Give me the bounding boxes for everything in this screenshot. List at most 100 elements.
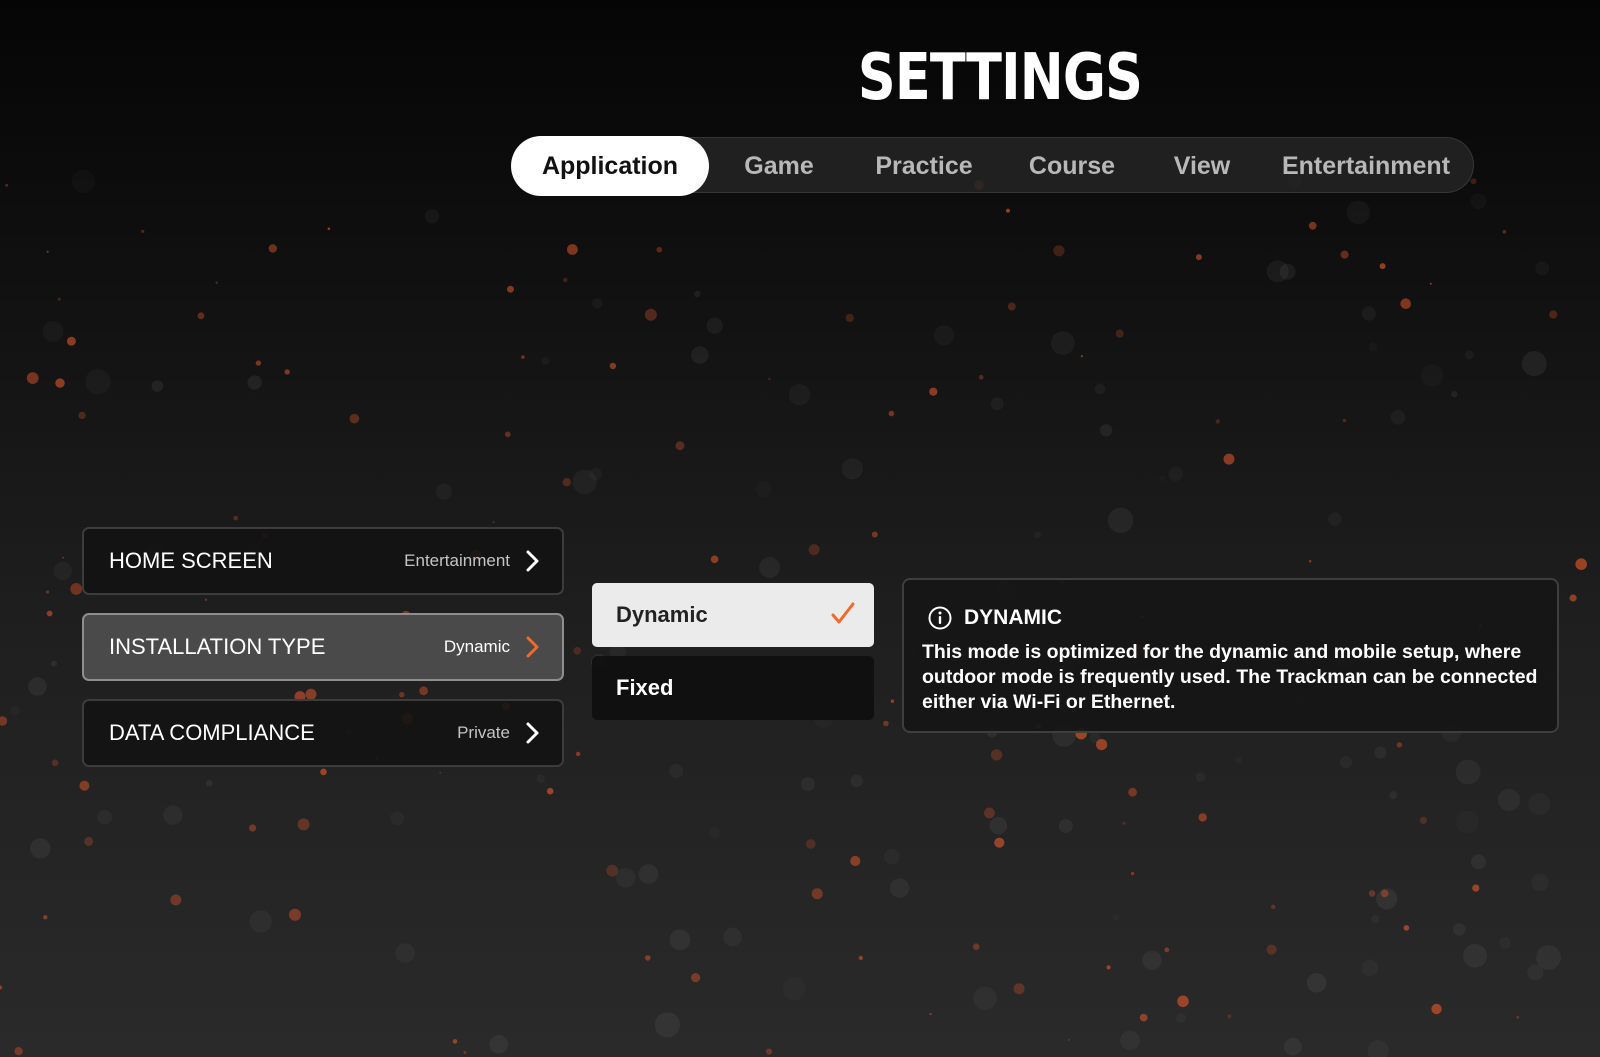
particle: [1420, 364, 1444, 387]
particle: [1371, 915, 1380, 924]
option-label: Dynamic: [616, 602, 708, 627]
option-fixed[interactable]: Fixed: [592, 656, 874, 720]
particle: [26, 372, 39, 384]
particle: [1053, 245, 1065, 257]
particle: [1497, 788, 1521, 812]
particle: [1107, 507, 1134, 533]
particle: [858, 955, 863, 961]
particle: [297, 818, 310, 831]
tab-practice[interactable]: Practice: [851, 138, 997, 194]
particle: [929, 387, 938, 396]
particle: [755, 481, 772, 498]
particle: [850, 855, 861, 867]
particle: [70, 583, 83, 595]
particle: [163, 805, 183, 825]
particle: [1279, 263, 1296, 280]
particle: [1195, 254, 1202, 261]
particle: [990, 397, 1004, 411]
setting-row-installation-type[interactable]: INSTALLATION TYPE Dynamic: [82, 613, 564, 681]
particle: [1470, 193, 1487, 210]
particle: [50, 660, 58, 667]
tab-view[interactable]: View: [1147, 138, 1257, 194]
particle: [889, 878, 910, 898]
particle: [1396, 742, 1403, 748]
particle: [933, 325, 955, 346]
particle: [994, 837, 1005, 848]
particle: [589, 467, 602, 481]
particle: [709, 827, 721, 839]
tab-entertainment[interactable]: Entertainment: [1267, 138, 1465, 194]
particle: [615, 867, 636, 888]
particle: [1266, 260, 1289, 283]
particle: [811, 888, 823, 900]
particle: [691, 346, 709, 364]
particle: [1128, 787, 1137, 797]
option-dynamic[interactable]: Dynamic: [592, 583, 874, 647]
particle: [1389, 791, 1398, 800]
particle: [1308, 559, 1312, 563]
particle: [1451, 390, 1458, 398]
tab-application[interactable]: Application: [511, 136, 709, 196]
particle: [563, 277, 568, 283]
tab-game[interactable]: Game: [717, 138, 841, 194]
particle: [1361, 959, 1379, 977]
particle: [1367, 1040, 1389, 1057]
setting-value: Dynamic: [443, 637, 510, 656]
particle: [1096, 739, 1108, 751]
particle: [71, 169, 96, 194]
option-label: Fixed: [616, 675, 674, 700]
setting-row-data-compliance[interactable]: DATA COMPLIANCE Private: [82, 699, 564, 767]
particle: [390, 811, 405, 826]
particle: [656, 246, 663, 253]
particle: [929, 1013, 932, 1016]
particle: [573, 647, 582, 655]
particle: [85, 369, 111, 395]
particle: [55, 378, 65, 388]
particle: [1379, 263, 1386, 270]
particle: [1431, 1003, 1442, 1015]
particle: [0, 985, 3, 990]
tab-course[interactable]: Course: [1007, 138, 1137, 194]
particle: [327, 227, 331, 230]
particle: [1067, 1038, 1070, 1041]
chevron-right-icon: [526, 636, 539, 658]
chevron-right-icon: [526, 722, 539, 744]
particle: [845, 313, 854, 323]
particle: [1142, 950, 1162, 971]
particle: [883, 720, 889, 727]
particle: [990, 749, 1003, 761]
particle: [575, 751, 581, 757]
particle: [399, 692, 405, 698]
particle: [1122, 821, 1126, 825]
particle: [62, 556, 65, 559]
particle: [1328, 512, 1342, 526]
particle: [1089, 732, 1101, 744]
particle: [507, 285, 514, 293]
particle: [1361, 306, 1376, 321]
setting-value: Private: [457, 723, 510, 742]
particle: [1050, 331, 1075, 355]
particle: [452, 1039, 458, 1044]
particle: [141, 229, 145, 233]
particle: [53, 561, 72, 581]
particle: [606, 864, 619, 877]
particle: [247, 375, 262, 390]
particle: [215, 281, 218, 284]
particle: [1419, 816, 1427, 824]
particle: [42, 321, 64, 342]
particle: [45, 590, 50, 594]
particle: [197, 312, 205, 320]
particle: [97, 809, 112, 825]
particle: [1516, 1015, 1520, 1019]
particle: [710, 555, 719, 564]
setting-row-home-screen[interactable]: HOME SCREEN Entertainment: [82, 527, 564, 595]
particle: [1472, 884, 1480, 892]
chevron-right-icon: [526, 550, 539, 572]
particle: [284, 369, 290, 375]
particle: [1368, 342, 1378, 352]
particle: [289, 908, 301, 921]
particle: [1058, 819, 1073, 834]
particle: [1464, 350, 1474, 360]
info-description: This mode is optimized for the dynamic a…: [922, 641, 1538, 713]
particle: [1007, 302, 1016, 311]
